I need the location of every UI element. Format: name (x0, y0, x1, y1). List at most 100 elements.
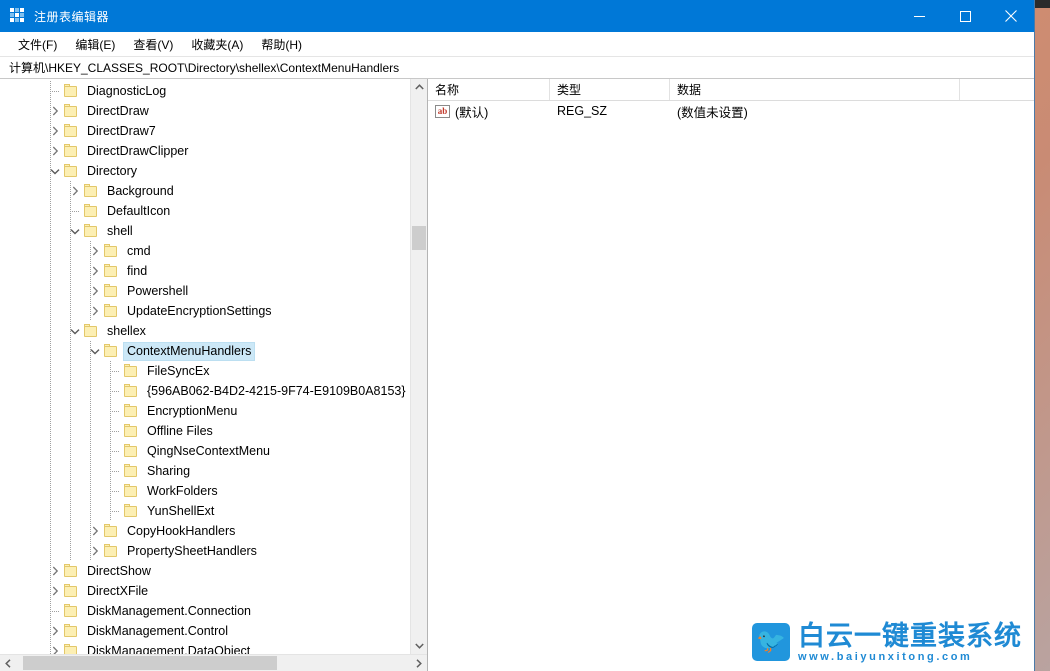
menu-favorites[interactable]: 收藏夹(A) (182, 33, 252, 56)
tree-node[interactable]: shellex (0, 321, 410, 341)
tree-node[interactable]: DirectDraw (0, 101, 410, 121)
tree-node-label: shell (104, 223, 136, 240)
folder-icon (103, 264, 119, 278)
tree-hscroll-thumb[interactable] (23, 656, 277, 670)
chevron-right-icon[interactable] (87, 261, 103, 281)
close-button[interactable] (988, 0, 1034, 32)
chevron-right-icon[interactable] (47, 141, 63, 161)
chevron-down-icon[interactable] (67, 221, 83, 241)
tree-node[interactable]: Powershell (0, 281, 410, 301)
chevron-right-icon[interactable] (47, 581, 63, 601)
folder-icon (63, 584, 79, 598)
chevron-right-icon[interactable] (87, 521, 103, 541)
menu-help[interactable]: 帮助(H) (252, 33, 311, 56)
tree-node-label: ContextMenuHandlers (124, 343, 254, 360)
folder-icon (103, 304, 119, 318)
tree-node[interactable]: PropertySheetHandlers (0, 541, 410, 561)
chevron-right-icon[interactable] (87, 241, 103, 261)
chevron-down-icon[interactable] (47, 161, 63, 181)
tree-node[interactable]: find (0, 261, 410, 281)
chevron-right-icon[interactable] (47, 121, 63, 141)
chevron-right-icon[interactable] (67, 181, 83, 201)
tree-node[interactable]: Directory (0, 161, 410, 181)
values-list[interactable]: ab(默认)REG_SZ(数值未设置) (428, 101, 1034, 671)
scroll-right-icon[interactable] (410, 655, 427, 671)
chevron-right-icon[interactable] (87, 301, 103, 321)
tree-vscroll-thumb[interactable] (412, 226, 426, 250)
value-name-cell: ab(默认) (428, 102, 550, 121)
chevron-right-icon[interactable] (47, 561, 63, 581)
scroll-left-icon[interactable] (0, 655, 17, 671)
tree-node[interactable]: Sharing (0, 461, 410, 481)
tree-node[interactable]: EncryptionMenu (0, 401, 410, 421)
menu-file[interactable]: 文件(F) (9, 33, 66, 56)
tree-hscroll-track[interactable] (17, 655, 410, 671)
value-row[interactable]: ab(默认)REG_SZ(数值未设置) (428, 101, 1034, 121)
chevron-right-icon[interactable] (87, 281, 103, 301)
tree-node-label: WorkFolders (144, 483, 221, 500)
scroll-down-icon[interactable] (411, 637, 427, 654)
tree-node-label: find (124, 263, 150, 280)
column-header-name[interactable]: 名称 (428, 79, 550, 100)
tree-node[interactable]: DirectShow (0, 561, 410, 581)
folder-icon (103, 344, 119, 358)
tree-spacer (107, 501, 123, 521)
tree-spacer (107, 481, 123, 501)
chevron-down-icon[interactable] (87, 341, 103, 361)
menu-edit[interactable]: 编辑(E) (66, 33, 124, 56)
value-name-text: (默认) (455, 102, 488, 121)
chevron-right-icon[interactable] (47, 641, 63, 654)
tree-vscroll-track[interactable] (411, 96, 427, 637)
registry-editor-window: 注册表编辑器 文件(F) 编辑(E) 查看(V) 收藏夹(A) 帮助(H) 计算… (0, 0, 1035, 671)
tree-node[interactable]: DirectXFile (0, 581, 410, 601)
column-header-type[interactable]: 类型 (550, 79, 670, 100)
folder-icon (63, 124, 79, 138)
tree-node[interactable]: DiagnosticLog (0, 81, 410, 101)
chevron-right-icon[interactable] (47, 101, 63, 121)
title-bar[interactable]: 注册表编辑器 (0, 0, 1034, 32)
tree-vertical-scrollbar[interactable] (410, 79, 427, 654)
tree-node-label: QingNseContextMenu (144, 443, 273, 460)
column-header-data[interactable]: 数据 (670, 79, 960, 100)
menu-view[interactable]: 查看(V) (124, 33, 182, 56)
chevron-right-icon[interactable] (87, 541, 103, 561)
address-bar[interactable]: 计算机\HKEY_CLASSES_ROOT\Directory\shellex\… (0, 57, 1034, 79)
tree-node[interactable]: Background (0, 181, 410, 201)
tree-pane: DiagnosticLogDirectDraw DirectDraw7 Direct… (0, 79, 428, 671)
tree-node[interactable]: DiskManagement.Connection (0, 601, 410, 621)
tree-node-label: DirectDrawClipper (84, 143, 191, 160)
folder-icon (123, 364, 139, 378)
tree-node-label: DirectDraw7 (84, 123, 159, 140)
minimize-button[interactable] (896, 0, 942, 32)
tree-node[interactable]: WorkFolders (0, 481, 410, 501)
content-area: DiagnosticLogDirectDraw DirectDraw7 Direct… (0, 79, 1034, 671)
folder-icon (63, 624, 79, 638)
tree-node[interactable]: FileSyncEx (0, 361, 410, 381)
tree-node[interactable]: cmd (0, 241, 410, 261)
tree-node[interactable]: DiskManagement.Control (0, 621, 410, 641)
maximize-button[interactable] (942, 0, 988, 32)
scroll-up-icon[interactable] (411, 79, 427, 96)
tree-node[interactable]: ContextMenuHandlers (0, 341, 410, 361)
tree-node[interactable]: UpdateEncryptionSettings (0, 301, 410, 321)
tree-node[interactable]: DefaultIcon (0, 201, 410, 221)
value-type-cell: REG_SZ (550, 104, 670, 118)
tree-node-label: cmd (124, 243, 154, 260)
tree-node[interactable]: CopyHookHandlers (0, 521, 410, 541)
tree-node[interactable]: DiskManagement.DataObject (0, 641, 410, 654)
tree-node[interactable]: DirectDraw7 (0, 121, 410, 141)
folder-icon (123, 504, 139, 518)
chevron-right-icon[interactable] (47, 621, 63, 641)
tree-node-label: Offline Files (144, 423, 216, 440)
chevron-down-icon[interactable] (67, 321, 83, 341)
tree-node[interactable]: DirectDrawClipper (0, 141, 410, 161)
tree-scroll-viewport[interactable]: DiagnosticLogDirectDraw DirectDraw7 Direct… (0, 79, 410, 654)
tree-node[interactable]: YunShellExt (0, 501, 410, 521)
tree-node[interactable]: {596AB062-B4D2-4215-9F74-E9109B0A8153} (0, 381, 410, 401)
folder-icon (123, 444, 139, 458)
tree-horizontal-scrollbar[interactable] (0, 654, 427, 671)
tree-node[interactable]: QingNseContextMenu (0, 441, 410, 461)
tree-node[interactable]: shell (0, 221, 410, 241)
registry-tree: DiagnosticLogDirectDraw DirectDraw7 Direct… (0, 81, 410, 654)
tree-node[interactable]: Offline Files (0, 421, 410, 441)
